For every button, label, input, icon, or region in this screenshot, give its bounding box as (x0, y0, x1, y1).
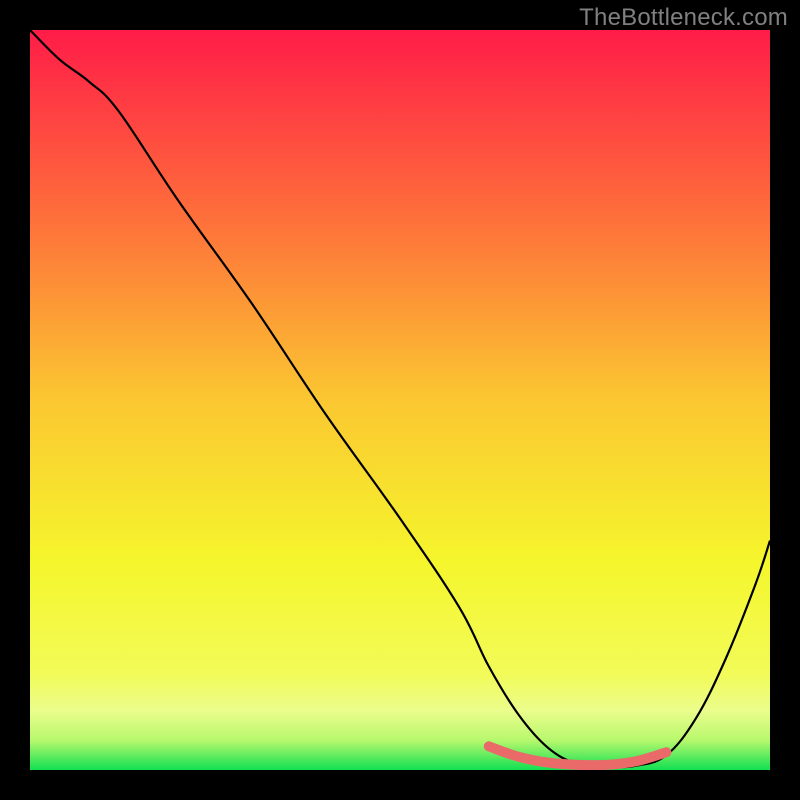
watermark-text: TheBottleneck.com (579, 4, 788, 32)
chart-svg (30, 30, 770, 770)
gradient-background (30, 30, 770, 770)
chart-frame: TheBottleneck.com (0, 0, 800, 800)
plot-area (30, 30, 770, 770)
